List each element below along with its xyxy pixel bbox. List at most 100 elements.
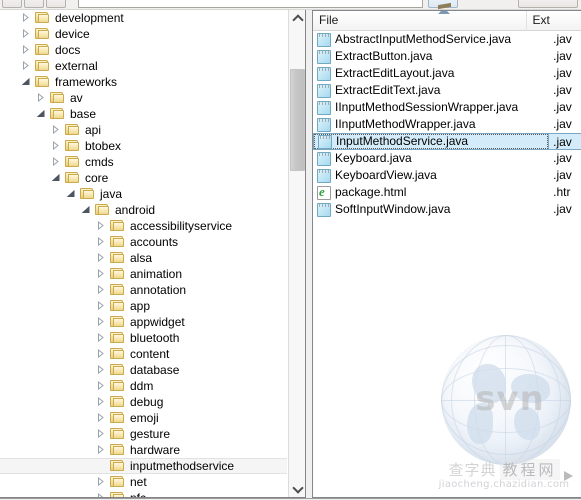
tree-expand-toggle-closed-icon[interactable] [96, 474, 109, 490]
tree-item-development[interactable]: development [0, 10, 288, 26]
tree-expand-toggle-closed-icon[interactable] [96, 490, 109, 497]
tree-item-bluetooth[interactable]: bluetooth [0, 330, 288, 346]
tree-expand-toggle-closed-icon[interactable] [96, 218, 109, 234]
tree-expand-toggle-open-icon[interactable] [51, 170, 64, 186]
toolbar-button-4[interactable] [518, 0, 578, 8]
tree-item-ddm[interactable]: ddm [0, 378, 288, 394]
tree-expand-toggle-closed-icon[interactable] [96, 378, 109, 394]
tree-vertical-scrollbar[interactable] [288, 10, 305, 497]
toolbar-button-3[interactable] [46, 0, 66, 8]
tree-item-accessibilityservice[interactable]: accessibilityservice [0, 218, 288, 234]
tree-expand-toggle-closed-icon[interactable] [51, 138, 64, 154]
tree-item-docs[interactable]: docs [0, 42, 288, 58]
tree-item-database[interactable]: database [0, 362, 288, 378]
tree-item-device[interactable]: device [0, 26, 288, 42]
tree-expand-toggle-closed-icon[interactable] [96, 410, 109, 426]
file-name-cell[interactable]: package.html [313, 184, 549, 201]
tree-expand-toggle-closed-icon[interactable] [96, 234, 109, 250]
file-name-cell[interactable]: SoftInputWindow.java [313, 201, 549, 218]
tree-item-debug[interactable]: debug [0, 394, 288, 410]
column-header-file[interactable]: File [313, 11, 527, 31]
file-name-cell[interactable]: Keyboard.java [313, 150, 549, 167]
tree-item-net[interactable]: net [0, 474, 288, 490]
tree-expand-toggle-closed-icon[interactable] [96, 426, 109, 442]
scroll-up-button[interactable] [289, 10, 305, 27]
file-name-cell[interactable]: KeyboardView.java [313, 167, 549, 184]
tree-expand-toggle-open-icon[interactable] [81, 202, 94, 218]
file-list-row[interactable]: ExtractButton.java .jav [313, 48, 581, 65]
tree-expand-toggle-closed-icon[interactable] [96, 394, 109, 410]
tree-item-nfc[interactable]: nfc [0, 490, 288, 497]
tree-expand-toggle-closed-icon[interactable] [21, 58, 34, 74]
file-name-cell[interactable]: IInputMethodSessionWrapper.java [313, 99, 549, 116]
tree-item-animation[interactable]: animation [0, 266, 288, 282]
file-list-row[interactable]: AbstractInputMethodService.java .jav [313, 31, 581, 48]
tree-expand-toggle-closed-icon[interactable] [96, 330, 109, 346]
tree-item-emoji[interactable]: emoji [0, 410, 288, 426]
java-file-icon [317, 151, 331, 166]
tree-item-cmds[interactable]: cmds [0, 154, 288, 170]
tree-expand-toggle-open-icon[interactable] [36, 106, 49, 122]
tree-expand-toggle-closed-icon[interactable] [96, 266, 109, 282]
tree-item-base[interactable]: base [0, 106, 288, 122]
tree-item-appwidget[interactable]: appwidget [0, 314, 288, 330]
file-list-row[interactable]: Keyboard.java .jav [313, 150, 581, 167]
file-list-row[interactable]: ExtractEditLayout.java .jav [313, 65, 581, 82]
tree-item-gesture[interactable]: gesture [0, 426, 288, 442]
file-list-row[interactable]: InputMethodService.java .jav [313, 133, 581, 150]
scrollbar-thumb[interactable] [290, 69, 305, 171]
tree-expand-toggle-closed-icon[interactable] [51, 122, 64, 138]
file-name-cell[interactable]: IInputMethodWrapper.java [313, 116, 549, 133]
toolbar-button-1[interactable] [2, 0, 22, 8]
tree-item-java[interactable]: java [0, 186, 288, 202]
path-input[interactable] [78, 0, 423, 8]
tree-expand-toggle-closed-icon[interactable] [96, 314, 109, 330]
tree-item-inputmethodservice[interactable]: inputmethodservice [0, 458, 287, 474]
tree-item-btobex[interactable]: btobex [0, 138, 288, 154]
tree-item-core[interactable]: core [0, 170, 288, 186]
file-ext-cell: .htr [553, 185, 571, 199]
file-list-body[interactable]: AbstractInputMethodService.java .jav Extra… [313, 31, 581, 497]
directory-tree[interactable]: development device docs external frameworks a… [0, 10, 288, 497]
tree-item-annotation[interactable]: annotation [0, 282, 288, 298]
file-name-cell[interactable]: InputMethodService.java [313, 133, 550, 150]
tree-item-av[interactable]: av [0, 90, 288, 106]
tree-expand-toggle-open-icon[interactable] [66, 186, 79, 202]
file-name-cell[interactable]: ExtractEditText.java [313, 82, 549, 99]
tree-item-content[interactable]: content [0, 346, 288, 362]
go-button[interactable] [428, 0, 458, 8]
tree-expand-toggle-closed-icon[interactable] [96, 346, 109, 362]
toolbar-button-2[interactable] [24, 0, 44, 8]
tree-expand-toggle-closed-icon[interactable] [51, 154, 64, 170]
file-name-cell[interactable]: ExtractButton.java [313, 48, 549, 65]
tree-item-app[interactable]: app [0, 298, 288, 314]
file-list-row[interactable]: IInputMethodWrapper.java .jav [313, 116, 581, 133]
file-list-row[interactable]: SoftInputWindow.java .jav [313, 201, 581, 218]
tree-item-accounts[interactable]: accounts [0, 234, 288, 250]
tree-item-api[interactable]: api [0, 122, 288, 138]
file-list-row[interactable]: ExtractEditText.java .jav [313, 82, 581, 99]
tree-item-android[interactable]: android [0, 202, 288, 218]
tree-expand-toggle-open-icon[interactable] [21, 74, 34, 90]
tree-expand-toggle-closed-icon[interactable] [96, 250, 109, 266]
tree-item-frameworks[interactable]: frameworks [0, 74, 288, 90]
tree-expand-toggle-closed-icon[interactable] [96, 298, 109, 314]
tree-expand-toggle-closed-icon[interactable] [21, 26, 34, 42]
tree-expand-toggle-closed-icon[interactable] [21, 42, 34, 58]
file-list-row[interactable]: IInputMethodSessionWrapper.java .jav [313, 99, 581, 116]
tree-item-external[interactable]: external [0, 58, 288, 74]
tree-expand-toggle-closed-icon[interactable] [21, 10, 34, 26]
tree-expand-toggle-closed-icon[interactable] [96, 442, 109, 458]
file-list-row[interactable]: package.html .htr [313, 184, 581, 201]
tree-expand-toggle-closed-icon[interactable] [96, 362, 109, 378]
tree-item-alsa[interactable]: alsa [0, 250, 288, 266]
file-list-row[interactable]: KeyboardView.java .jav [313, 167, 581, 184]
file-name-cell[interactable]: ExtractEditLayout.java [313, 65, 549, 82]
tree-expand-toggle-closed-icon[interactable] [36, 90, 49, 106]
file-name-cell[interactable]: AbstractInputMethodService.java [313, 31, 549, 48]
column-header-ext[interactable]: Ext [527, 11, 581, 31]
tree-item-hardware[interactable]: hardware [0, 442, 288, 458]
tree-expand-toggle-closed-icon[interactable] [96, 282, 109, 298]
scroll-down-button[interactable] [289, 480, 305, 497]
